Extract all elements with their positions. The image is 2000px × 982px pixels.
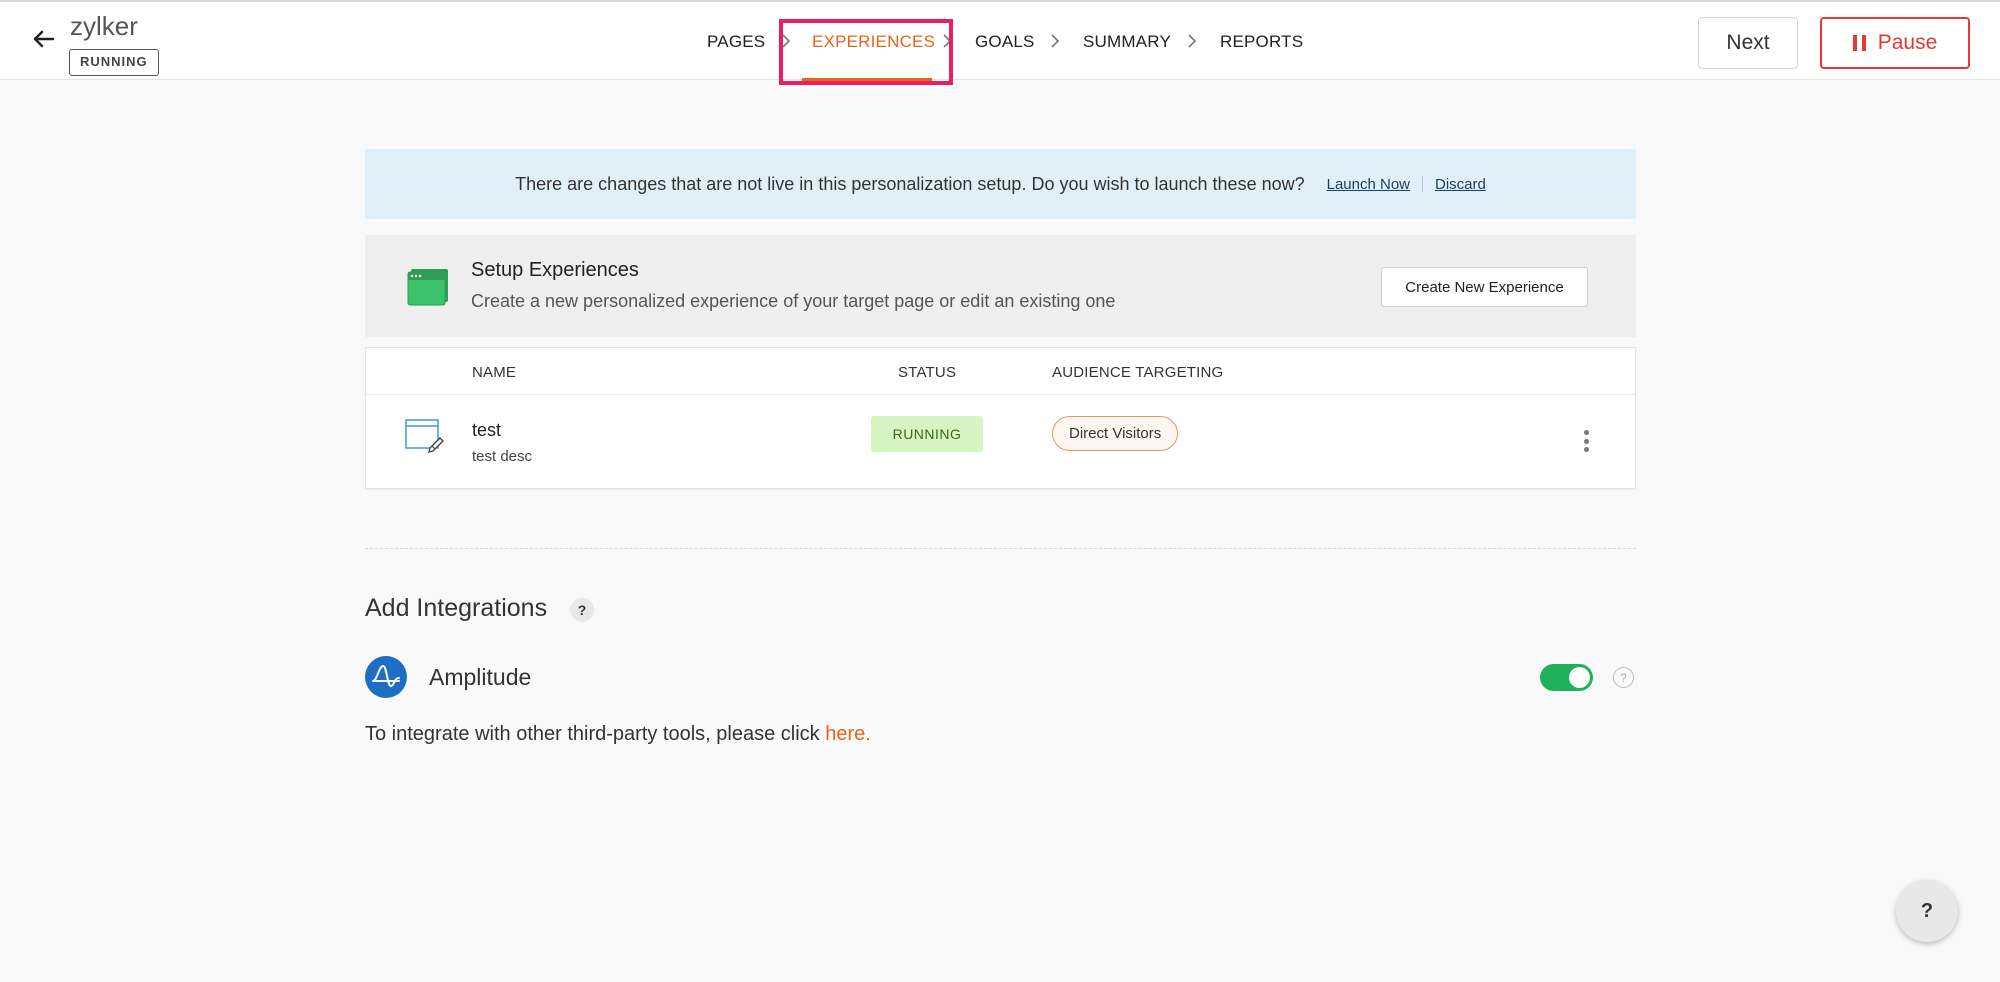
amplitude-toggle[interactable] xyxy=(1540,664,1593,691)
pause-button[interactable]: Pause xyxy=(1820,17,1970,69)
column-header-name[interactable]: NAME xyxy=(472,364,516,381)
launch-now-link[interactable]: Launch Now xyxy=(1327,176,1410,193)
column-header-audience[interactable]: AUDIENCE TARGETING xyxy=(1052,364,1223,381)
table-header: NAME STATUS AUDIENCE TARGETING xyxy=(366,348,1635,395)
integrations-note-text: To integrate with other third-party tool… xyxy=(365,723,826,745)
create-new-experience-button[interactable]: Create New Experience xyxy=(1381,267,1588,307)
discard-link[interactable]: Discard xyxy=(1435,176,1486,193)
experiences-table: NAME STATUS AUDIENCE TARGETING test test… xyxy=(365,347,1636,489)
integrations-here-link[interactable]: here. xyxy=(825,723,871,745)
chevron-right-icon xyxy=(943,34,952,48)
integrations-help-icon[interactable]: ? xyxy=(570,598,594,622)
integrations-title: Add Integrations xyxy=(365,594,548,622)
top-bar: zylker RUNNING PAGES EXPERIENCES GOALS S… xyxy=(0,0,2000,85)
pause-icon xyxy=(1852,35,1866,51)
integrations-note: To integrate with other third-party tool… xyxy=(365,723,871,746)
pause-label: Pause xyxy=(1877,31,1938,54)
banner-message: There are changes that are not live in t… xyxy=(515,173,1305,194)
table-row[interactable]: test test desc RUNNING Direct Visitors xyxy=(366,395,1635,490)
chevron-right-icon xyxy=(1188,34,1197,48)
tab-reports[interactable]: REPORTS xyxy=(1220,32,1303,52)
more-options-icon[interactable] xyxy=(1579,427,1593,455)
experience-status-badge: RUNNING xyxy=(871,416,983,452)
amplitude-help-icon[interactable]: ? xyxy=(1613,667,1634,688)
highlight-annotation-box xyxy=(779,19,953,85)
tab-summary[interactable]: SUMMARY xyxy=(1083,32,1171,52)
column-header-status[interactable]: STATUS xyxy=(898,364,956,381)
chevron-right-icon xyxy=(782,34,791,48)
integration-name: Amplitude xyxy=(429,664,532,690)
tab-goals[interactable]: GOALS xyxy=(975,32,1035,52)
amplitude-logo-icon xyxy=(365,656,407,698)
experience-edit-icon xyxy=(405,419,444,453)
active-tab-underline xyxy=(802,78,932,81)
experience-description: test desc xyxy=(472,448,533,465)
next-button[interactable]: Next xyxy=(1698,17,1798,69)
tab-experiences[interactable]: EXPERIENCES xyxy=(812,32,935,52)
experience-name[interactable]: test xyxy=(472,420,501,441)
audience-targeting-chip[interactable]: Direct Visitors xyxy=(1052,416,1179,451)
toggle-knob xyxy=(1569,667,1590,688)
chevron-right-icon xyxy=(1051,34,1060,48)
tab-pages[interactable]: PAGES xyxy=(707,32,765,52)
setup-title: Setup Experiences xyxy=(471,259,639,281)
browser-window-icon xyxy=(407,269,448,306)
section-divider xyxy=(365,548,1636,549)
help-button[interactable]: ? xyxy=(1896,880,1958,942)
unpublished-changes-banner: There are changes that are not live in t… xyxy=(365,149,1636,219)
setup-experiences-panel: Setup Experiences Create a new personali… xyxy=(365,235,1636,337)
setup-description: Create a new personalized experience of … xyxy=(471,291,1116,311)
banner-separator xyxy=(1422,176,1423,192)
